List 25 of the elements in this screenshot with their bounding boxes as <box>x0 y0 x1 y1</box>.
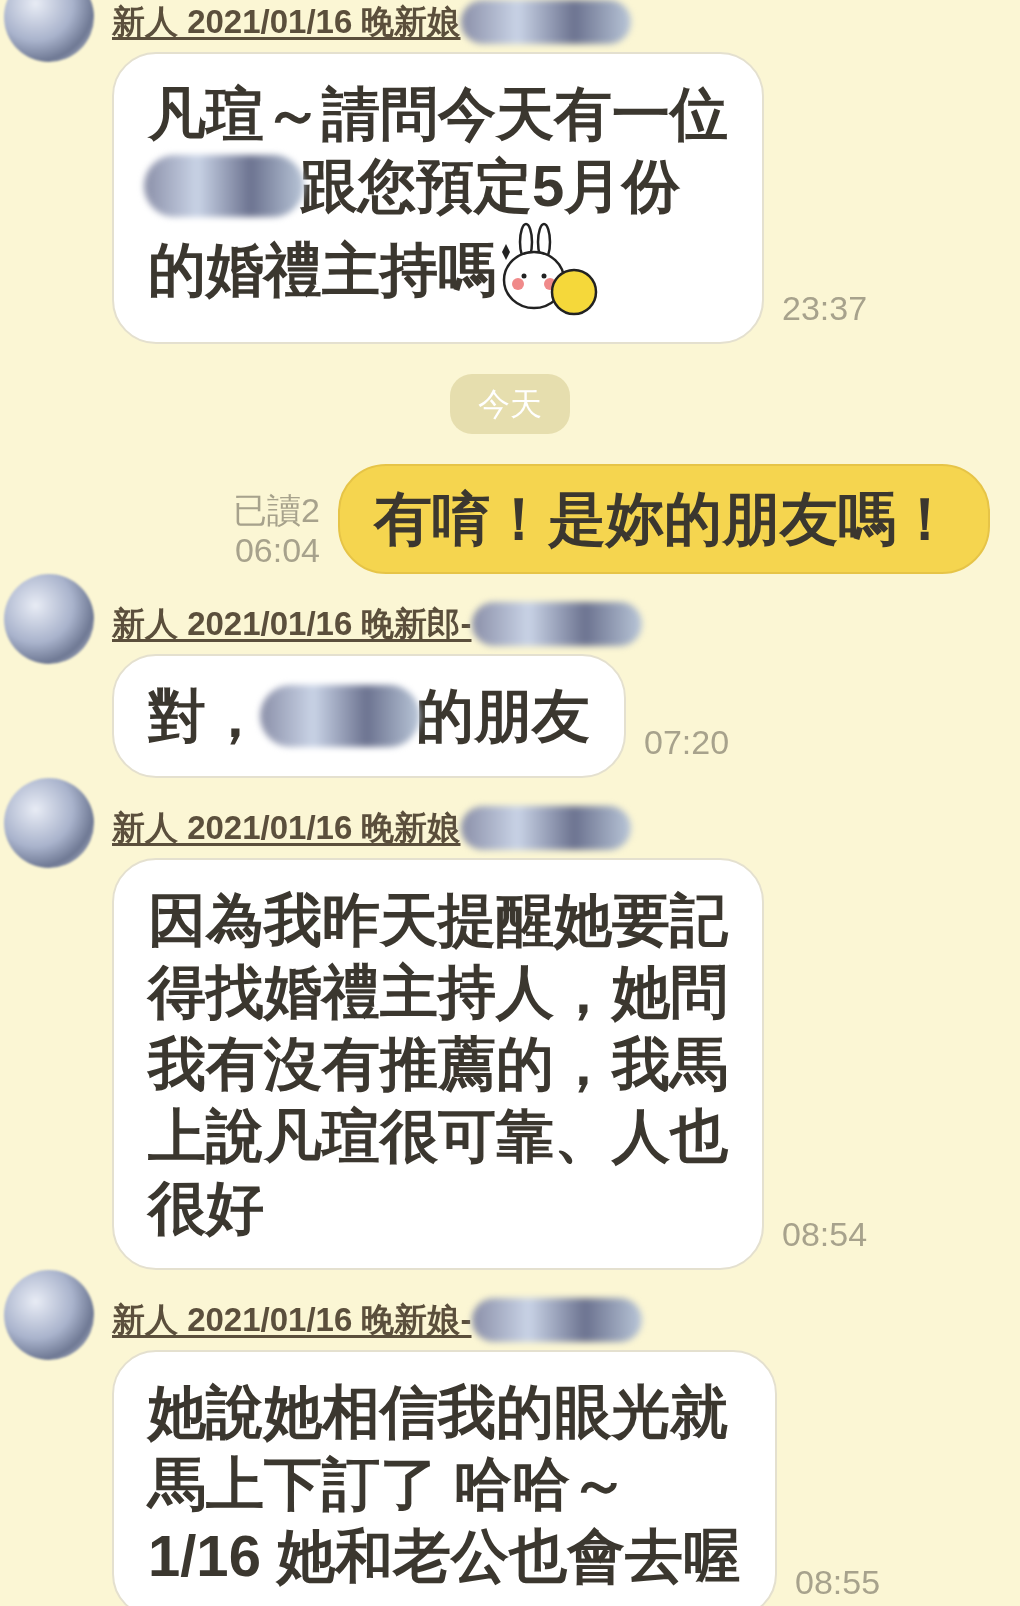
message-time: 08:54 <box>782 1214 868 1255</box>
sender-name[interactable]: 新人 2021/01/16 晚新娘 <box>112 808 461 848</box>
message-time: 23:37 <box>782 288 868 329</box>
message-text: 她說她相信我的眼光就 <box>148 1378 728 1446</box>
message-text: 凡瑄～請問今天有一位 <box>148 80 728 148</box>
message-text: 因為我昨天提醒她要記 <box>148 886 728 954</box>
message-time: 06:04 <box>234 530 320 570</box>
message-text: 馬上下訂了 哈哈～ <box>148 1450 629 1518</box>
message-text: 有唷！是妳的朋友嗎！ <box>374 485 954 553</box>
message-text: 上說凡瑄很可靠、人也 <box>148 1102 728 1170</box>
sender-name[interactable]: 新人 2021/01/16 晚新郎- <box>112 604 472 644</box>
message-text: 得找婚禮主持人，她問 <box>148 958 728 1026</box>
message-text: 的婚禮主持嗎 <box>148 236 496 304</box>
sender-name[interactable]: 新人 2021/01/16 晚新娘 <box>112 2 461 42</box>
message-time: 07:20 <box>644 722 730 763</box>
message-text: 的朋友 <box>416 682 590 750</box>
read-receipt: 已讀2 <box>233 490 320 530</box>
date-divider: 今天 <box>450 374 570 434</box>
message-text: 1/16 她和老公也會去喔 <box>148 1522 741 1590</box>
sender-name[interactable]: 新人 2021/01/16 晚新娘- <box>112 1300 472 1340</box>
message-text: 對， <box>148 682 264 750</box>
message-text: 跟您預定5月份 <box>300 152 681 220</box>
message-text: 我有沒有推薦的，我馬 <box>148 1030 728 1098</box>
message-text: 很好 <box>148 1174 264 1242</box>
message-time: 08:55 <box>795 1562 881 1603</box>
